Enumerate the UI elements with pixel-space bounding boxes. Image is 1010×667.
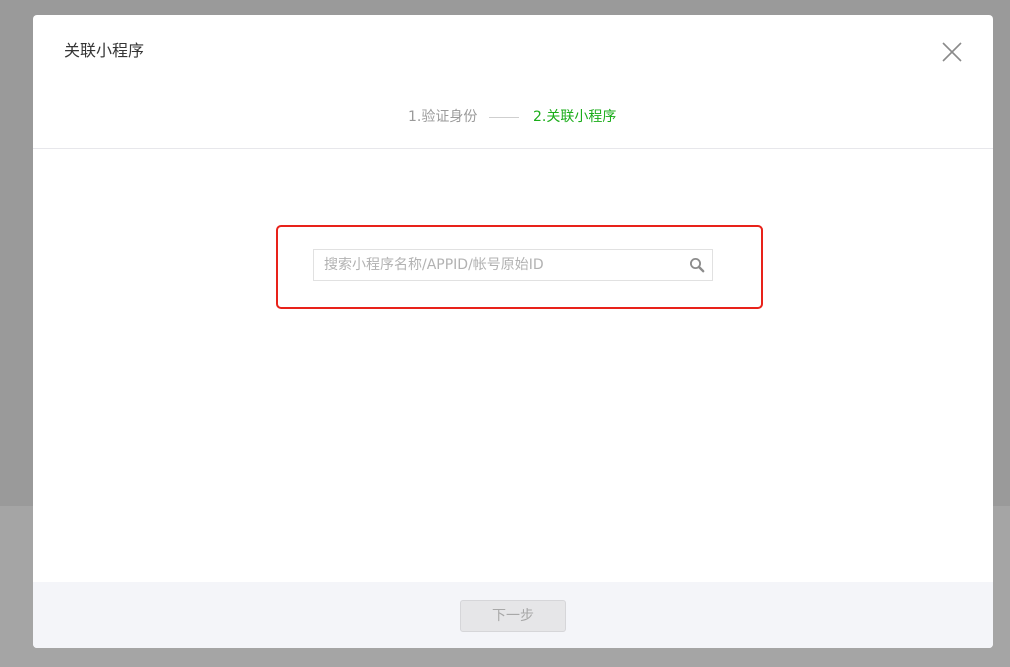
search-button[interactable]	[689, 257, 705, 273]
close-button[interactable]	[939, 39, 965, 65]
step-associate-miniprogram: 2.关联小程序	[533, 109, 617, 125]
step-indicator: 1.验证身份 2.关联小程序	[33, 107, 993, 129]
dialog-footer: 下一步	[33, 582, 993, 648]
associate-miniprogram-dialog: 关联小程序 1.验证身份 2.关联小程序 下一步	[33, 15, 993, 648]
search-input[interactable]	[314, 250, 674, 280]
header-divider	[33, 148, 993, 149]
search-icon	[690, 258, 705, 273]
step-verify-identity: 1.验证身份	[408, 109, 478, 125]
dialog-title: 关联小程序	[64, 41, 145, 60]
next-step-button[interactable]: 下一步	[460, 600, 566, 632]
close-icon	[942, 42, 962, 62]
search-box	[313, 249, 713, 281]
step-separator	[489, 117, 519, 118]
